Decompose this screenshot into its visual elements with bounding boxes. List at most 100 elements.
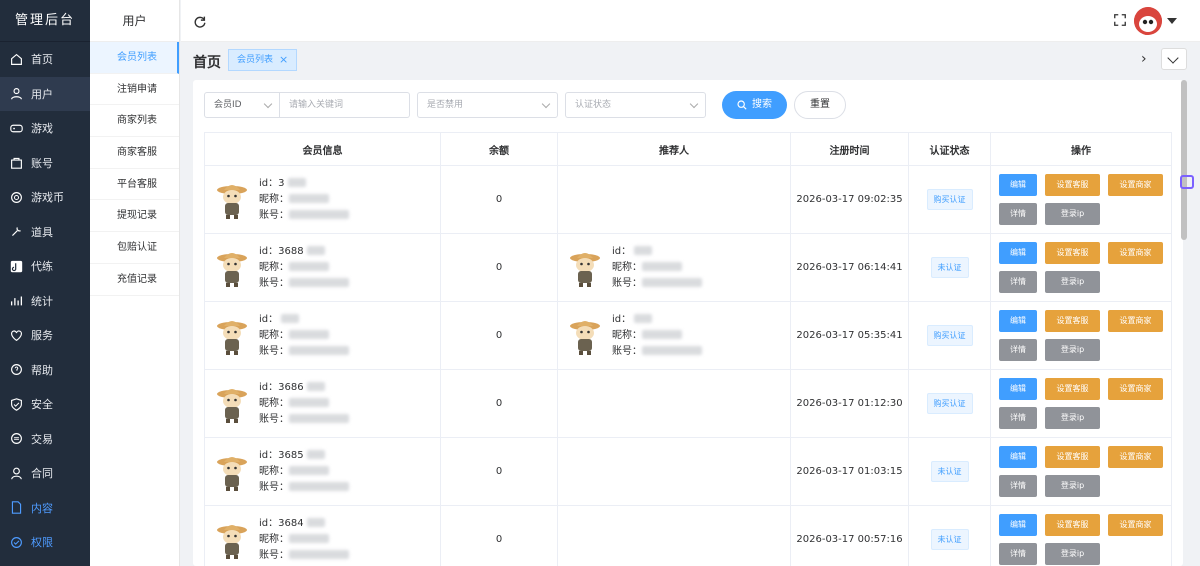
set-cs-button[interactable]: 设置客服 xyxy=(1045,378,1100,400)
auth-status-select[interactable]: 认证状态 xyxy=(565,92,706,118)
detail-button[interactable]: 详情 xyxy=(999,543,1037,565)
detail-button[interactable]: 详情 xyxy=(999,203,1037,225)
page-title[interactable]: 首页 xyxy=(193,52,221,72)
sidebar-item-0[interactable]: 首页 xyxy=(0,42,90,77)
detail-button[interactable]: 详情 xyxy=(999,271,1037,293)
keyword-input[interactable]: 请输入关键词 xyxy=(280,92,410,118)
login-ip-button[interactable]: 登录ip xyxy=(1045,543,1100,565)
sidebar-item-11[interactable]: 交易 xyxy=(0,422,90,457)
submenu-title: 用户 xyxy=(90,0,179,42)
sidebar-item-5[interactable]: 道具 xyxy=(0,215,90,250)
masked-text xyxy=(289,466,329,475)
sidebar-item-9[interactable]: 帮助 xyxy=(0,353,90,388)
login-ip-button[interactable]: 登录ip xyxy=(1045,203,1100,225)
set-merchant-button[interactable]: 设置商家 xyxy=(1108,514,1163,536)
set-merchant-button[interactable]: 设置商家 xyxy=(1108,378,1163,400)
sidebar-item-label: 账号 xyxy=(31,156,53,170)
chevron-right-icon[interactable]: › xyxy=(1141,51,1147,67)
set-merchant-button[interactable]: 设置商家 xyxy=(1108,310,1163,332)
set-cs-button[interactable]: 设置客服 xyxy=(1045,514,1100,536)
masked-text xyxy=(289,346,349,355)
sidebar-item-3[interactable]: 账号 xyxy=(0,146,90,181)
login-ip-button[interactable]: 登录ip xyxy=(1045,271,1100,293)
member-account: 账号： xyxy=(259,412,349,428)
edit-button[interactable]: 编辑 xyxy=(999,378,1037,400)
set-cs-button[interactable]: 设置客服 xyxy=(1045,242,1100,264)
submenu-item-7[interactable]: 充值记录 xyxy=(90,264,179,296)
chevron-down-icon[interactable] xyxy=(1167,18,1177,24)
set-cs-button[interactable]: 设置客服 xyxy=(1045,446,1100,468)
edit-button[interactable]: 编辑 xyxy=(999,310,1037,332)
assistant-icon[interactable] xyxy=(1180,175,1194,189)
login-ip-button[interactable]: 登录ip xyxy=(1045,407,1100,429)
register-time-cell: 2026-03-17 05:35:41 xyxy=(790,301,909,370)
set-cs-button[interactable]: 设置客服 xyxy=(1045,310,1100,332)
sidebar-item-1[interactable]: 用户 xyxy=(0,76,90,111)
sidebar-item-label: 游戏 xyxy=(31,122,53,136)
close-icon[interactable]: × xyxy=(279,50,288,70)
referrer-cell xyxy=(557,505,791,566)
register-time-cell: 2026-03-17 01:03:15 xyxy=(790,437,909,506)
submenu-item-2[interactable]: 商家列表 xyxy=(90,105,179,138)
submenu-item-6[interactable]: 包赔认证 xyxy=(90,232,179,264)
sidebar-item-12[interactable]: 合同 xyxy=(0,456,90,491)
member-info-cell: id：3686 昵称： 账号： xyxy=(204,369,441,438)
submenu-item-0[interactable]: 会员列表 xyxy=(90,42,179,74)
sidebar-item-4[interactable]: 游戏币 xyxy=(0,180,90,215)
check-circle-icon xyxy=(11,536,22,548)
sidebar-item-2[interactable]: 游戏 xyxy=(0,111,90,146)
edit-button[interactable]: 编辑 xyxy=(999,514,1037,536)
reset-button[interactable]: 重置 xyxy=(794,91,846,119)
submenu-item-5[interactable]: 提现记录 xyxy=(90,200,179,233)
submenu-item-1[interactable]: 注销申请 xyxy=(90,74,179,106)
referrer-cell xyxy=(557,437,791,506)
disabled-select[interactable]: 是否禁用 xyxy=(417,92,558,118)
register-time-cell: 2026-03-17 06:14:41 xyxy=(790,233,909,302)
login-ip-button[interactable]: 登录ip xyxy=(1045,475,1100,497)
member-nickname: 昵称： xyxy=(259,532,349,548)
column-header: 注册时间 xyxy=(790,132,909,166)
search-button[interactable]: 搜索 xyxy=(722,91,787,119)
detail-button[interactable]: 详情 xyxy=(999,407,1037,429)
balance-cell: 0 xyxy=(440,165,558,234)
set-merchant-button[interactable]: 设置商家 xyxy=(1108,446,1163,468)
detail-button[interactable]: 详情 xyxy=(999,475,1037,497)
set-merchant-button[interactable]: 设置商家 xyxy=(1108,242,1163,264)
avatar[interactable] xyxy=(1134,7,1162,35)
member-id: id：3 xyxy=(259,176,349,192)
detail-button[interactable]: 详情 xyxy=(999,339,1037,361)
column-header: 操作 xyxy=(990,132,1172,166)
register-time-cell: 2026-03-17 01:12:30 xyxy=(790,369,909,438)
member-account: 账号： xyxy=(612,276,702,292)
login-ip-button[interactable]: 登录ip xyxy=(1045,339,1100,361)
set-cs-button[interactable]: 设置客服 xyxy=(1045,174,1100,196)
scrollbar[interactable] xyxy=(1181,80,1187,240)
shield-icon xyxy=(11,397,22,411)
masked-text xyxy=(289,194,329,203)
sidebar-item-8[interactable]: 服务 xyxy=(0,318,90,353)
mascot-avatar xyxy=(570,320,600,355)
sidebar-item-6[interactable]: 代练 xyxy=(0,249,90,284)
actions-cell: 编辑 设置客服 设置商家详情 登录ip xyxy=(990,369,1172,438)
tabs-dropdown-button[interactable] xyxy=(1161,48,1187,70)
table-row: id：3688 昵称： 账号： 0 id： 昵称： 账号： 2026-03-17 06:1… xyxy=(204,233,1172,302)
set-merchant-button[interactable]: 设置商家 xyxy=(1108,174,1163,196)
tab-member-list[interactable]: 会员列表 × xyxy=(228,49,298,71)
sidebar-item-13[interactable]: 内容 xyxy=(0,491,90,526)
sidebar-item-14[interactable]: 权限 xyxy=(0,525,90,560)
masked-text xyxy=(289,398,329,407)
auth-status-cell: 未认证 xyxy=(908,437,991,506)
sidebar-item-10[interactable]: 安全 xyxy=(0,387,90,422)
edit-button[interactable]: 编辑 xyxy=(999,174,1037,196)
refresh-icon[interactable] xyxy=(193,14,207,28)
submenu-item-4[interactable]: 平台客服 xyxy=(90,169,179,201)
column-header: 会员信息 xyxy=(204,132,441,166)
chevron-down-icon xyxy=(689,99,699,109)
submenu-item-3[interactable]: 商家客服 xyxy=(90,137,179,169)
fullscreen-icon[interactable] xyxy=(1113,13,1127,27)
edit-button[interactable]: 编辑 xyxy=(999,242,1037,264)
field-select[interactable]: 会员ID xyxy=(204,92,280,118)
edit-button[interactable]: 编辑 xyxy=(999,446,1037,468)
sidebar-item-7[interactable]: 统计 xyxy=(0,284,90,319)
tab-label: 会员列表 xyxy=(237,55,274,65)
